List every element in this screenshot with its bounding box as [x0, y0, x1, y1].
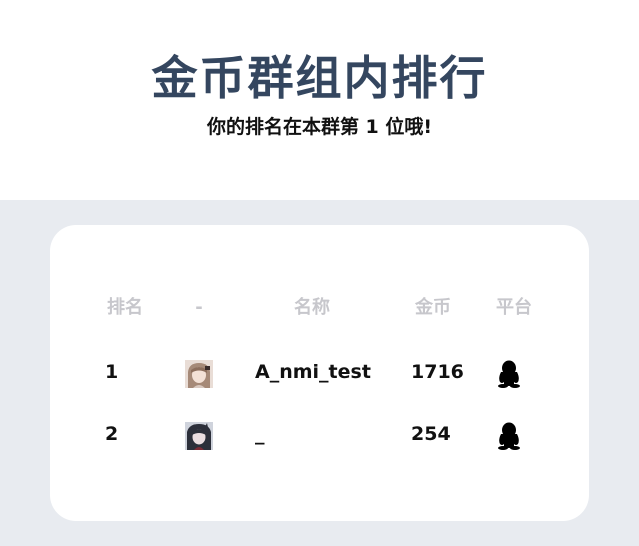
page-title: 金币群组内排行 [151, 51, 488, 105]
rank-cell: 2 [105, 423, 119, 445]
name-cell: A_nmi_test [255, 361, 371, 383]
header-section: 金币群组内排行 你的排名在本群第 1 位哦! [0, 0, 639, 200]
coins-cell: 254 [411, 423, 451, 445]
qq-penguin-icon [496, 422, 522, 450]
avatar [185, 422, 213, 450]
column-header-avatar: - [195, 297, 203, 318]
name-cell: _ [255, 423, 265, 445]
rank-subtitle: 你的排名在本群第 1 位哦! [206, 116, 433, 138]
column-header-coins: 金币 [415, 297, 451, 318]
rank-cell: 1 [105, 361, 119, 383]
column-header-platform: 平台 [496, 297, 532, 318]
qq-penguin-icon [496, 360, 522, 388]
avatar [185, 360, 213, 388]
column-header-rank: 排名 [107, 297, 143, 318]
column-header-name: 名称 [294, 297, 330, 318]
coins-cell: 1716 [411, 361, 464, 383]
